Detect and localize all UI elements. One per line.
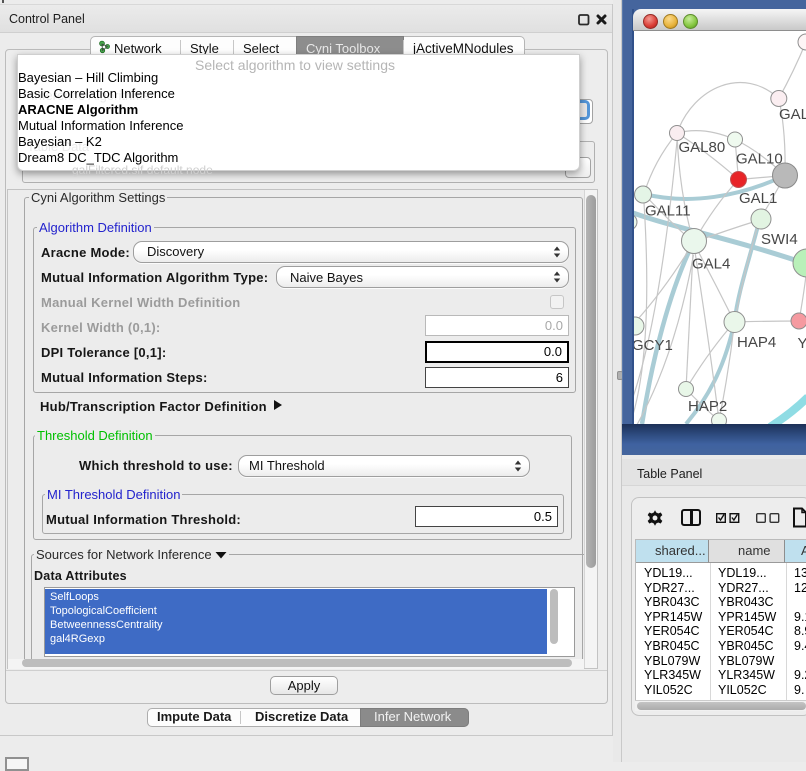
svg-text:GAL4: GAL4 (692, 256, 730, 273)
svg-text:GAL10: GAL10 (736, 151, 783, 168)
svg-text:GAL11: GAL11 (645, 203, 691, 220)
svg-text:SWI4: SWI4 (761, 231, 798, 248)
svg-text:HAP4: HAP4 (737, 334, 776, 351)
svg-text:HAP2: HAP2 (688, 398, 727, 415)
svg-text:GAL1: GAL1 (739, 190, 777, 207)
svg-text:GAL80: GAL80 (679, 139, 726, 156)
svg-text:GAL2: GAL2 (779, 106, 806, 123)
svg-text:GCY1: GCY1 (634, 337, 673, 354)
svg-text:Y: Y (798, 335, 806, 352)
